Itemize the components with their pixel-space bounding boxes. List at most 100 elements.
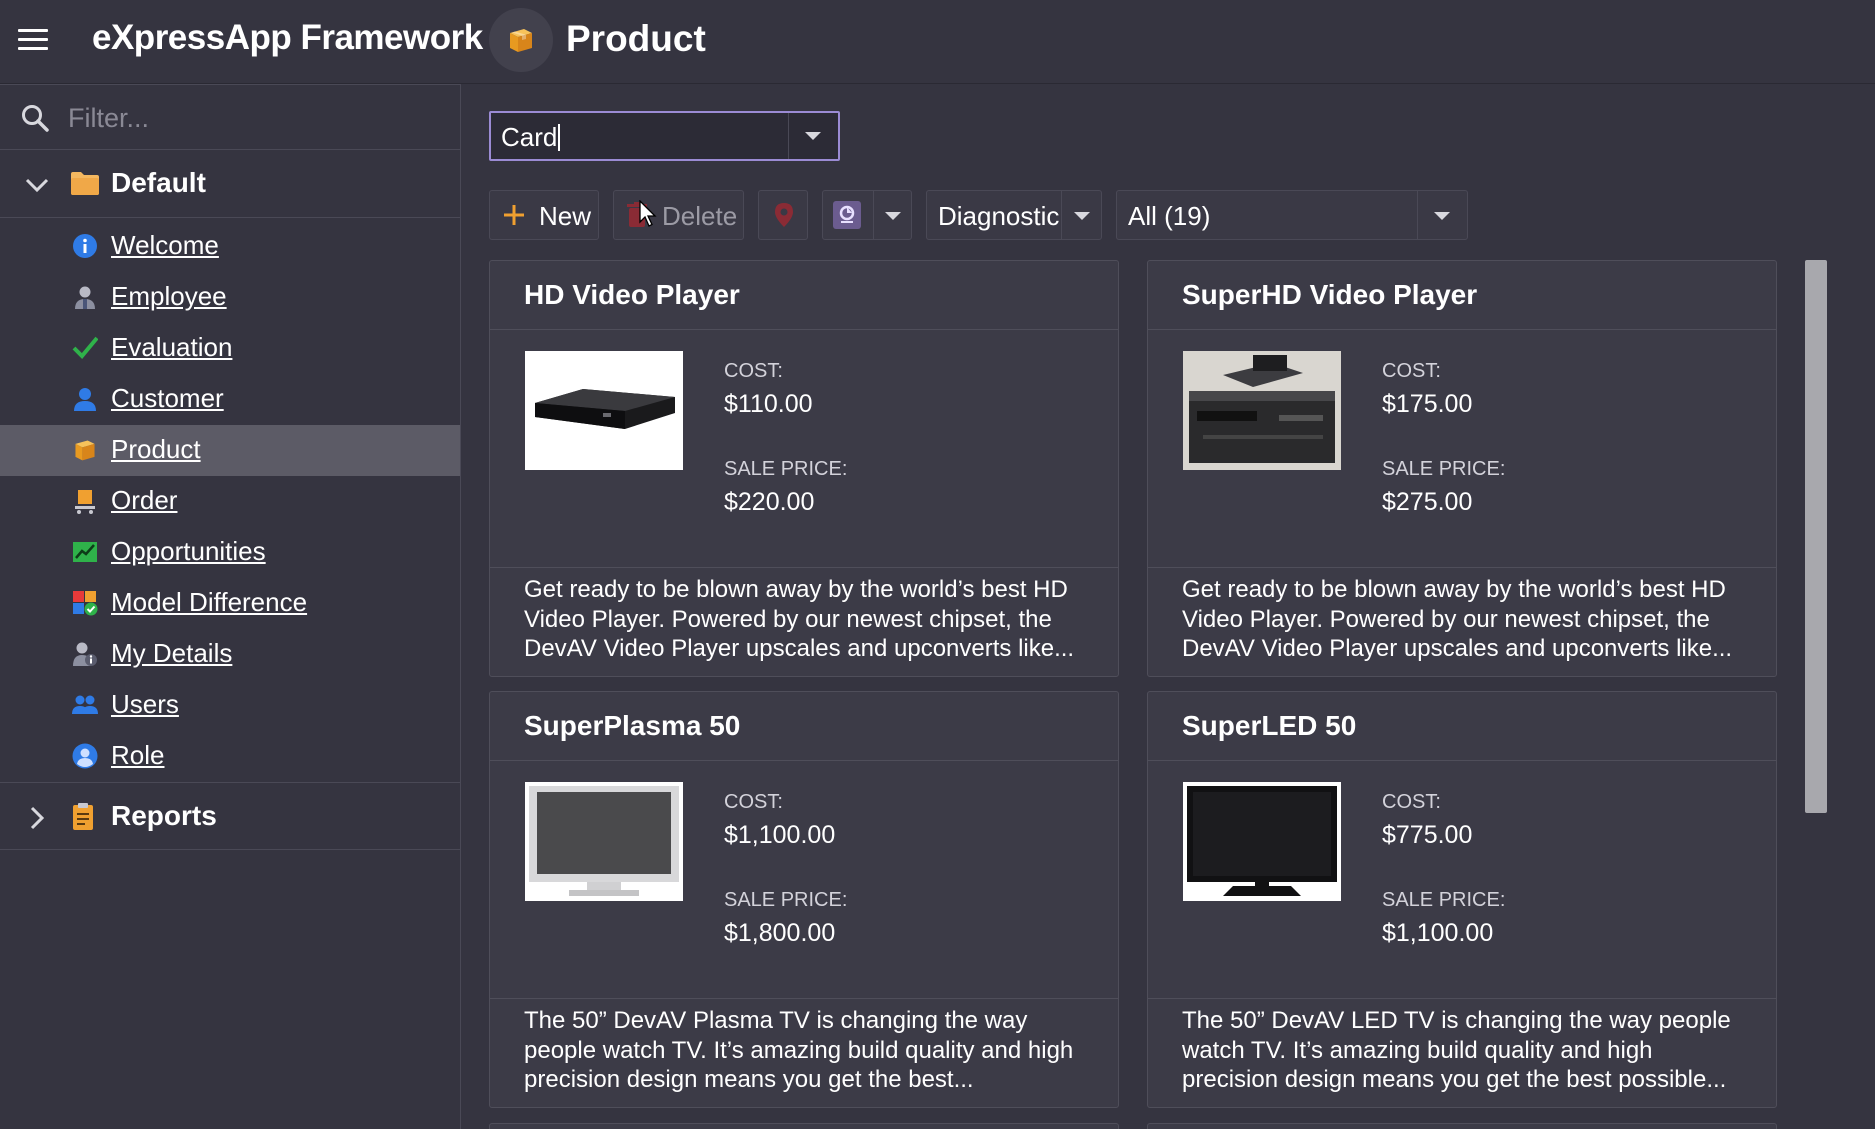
trend-chart-icon <box>72 539 98 565</box>
info-icon <box>72 233 98 259</box>
product-name: SuperHD Video Player <box>1182 279 1478 310</box>
chevron-down-icon[interactable] <box>885 212 901 220</box>
sale-price-label: SALE PRICE: <box>724 458 848 480</box>
report-action-icon <box>833 201 861 229</box>
product-description: The 50” DevAV Plasma TV is changing the … <box>524 1007 1074 1093</box>
sale-price-value: $275.00 <box>1382 488 1473 516</box>
navigation-sidebar: Default Welcome Employee Evaluation Cust… <box>0 84 461 1129</box>
role-icon <box>72 743 98 769</box>
sidebar-item-order[interactable]: Order <box>0 476 460 527</box>
nav-group-label: Default <box>111 167 206 198</box>
new-button-label: New <box>539 201 592 231</box>
product-card[interactable]: SuperPlasma 50 COST: $1,100.00 SALE PRIC… <box>489 691 1119 1108</box>
product-description: Get ready to be blown away by the world’… <box>1182 576 1733 662</box>
sidebar-item-label: Customer <box>111 383 224 413</box>
nav-group-default[interactable]: Default <box>0 150 460 218</box>
mouse-cursor-icon <box>639 199 657 233</box>
cost-label: COST: <box>1382 360 1441 382</box>
superplasma-tv-image <box>525 782 683 901</box>
product-card[interactable] <box>489 1123 1119 1129</box>
sidebar-item-product[interactable]: Product <box>0 425 460 476</box>
plus-icon <box>502 203 526 232</box>
chevron-down-icon <box>805 132 821 140</box>
product-card[interactable]: SuperHD Video Player COST: $175.00 SALE … <box>1147 260 1777 677</box>
sidebar-item-model-difference[interactable]: Model Difference <box>0 578 460 629</box>
sidebar-item-role[interactable]: Role <box>0 731 460 782</box>
app-header: eXpressApp Framework Product <box>0 0 1875 84</box>
product-card[interactable]: HD Video Player COST: $110.00 SALE PRICE… <box>489 260 1119 677</box>
sidebar-item-label: Welcome <box>111 230 219 260</box>
view-title: Product <box>566 18 706 59</box>
chevron-down-icon[interactable] <box>1434 212 1450 220</box>
sidebar-item-my-details[interactable]: My Details <box>0 629 460 680</box>
model-difference-icon <box>72 590 98 616</box>
sidebar-item-label: Opportunities <box>111 536 266 566</box>
sidebar-item-label: Role <box>111 740 165 770</box>
record-filter-dropdown[interactable]: All (19) <box>1116 190 1468 240</box>
users-icon <box>72 692 98 718</box>
product-description: The 50” DevAV LED TV is changing the way… <box>1182 1007 1731 1093</box>
view-variant-dropdown-button[interactable] <box>788 113 838 159</box>
cost-value: $110.00 <box>724 390 813 418</box>
sidebar-item-label: Order <box>111 485 178 515</box>
sidebar-item-customer[interactable]: Customer <box>0 374 460 425</box>
chevron-right-icon[interactable] <box>24 805 50 836</box>
sidebar-item-welcome[interactable]: Welcome <box>0 221 460 272</box>
sidebar-item-opportunities[interactable]: Opportunities <box>0 527 460 578</box>
cost-value: $1,100.00 <box>724 821 836 849</box>
map-pin-icon <box>773 202 795 233</box>
my-details-icon <box>72 641 98 667</box>
diagnostic-label: Diagnostic <box>938 201 1060 231</box>
delete-button[interactable]: Delete <box>613 190 744 240</box>
report-action-button[interactable] <box>822 190 912 240</box>
nav-group-reports[interactable]: Reports <box>0 782 460 850</box>
sale-price-label: SALE PRICE: <box>724 889 848 911</box>
hamburger-menu-icon[interactable] <box>16 26 52 56</box>
app-title: eXpressApp Framework <box>92 18 483 57</box>
cost-label: COST: <box>724 791 783 813</box>
cost-value: $775.00 <box>1382 821 1473 849</box>
hd-video-player-image <box>525 351 683 470</box>
nav-group-label: Reports <box>111 800 217 831</box>
sale-price-value: $1,100.00 <box>1382 919 1494 947</box>
diagnostic-dropdown[interactable]: Diagnostic <box>926 190 1102 240</box>
product-name: SuperPlasma 50 <box>524 710 741 741</box>
cost-label: COST: <box>1382 791 1441 813</box>
product-name: HD Video Player <box>524 279 740 310</box>
report-icon <box>70 803 96 836</box>
sale-price-value: $1,800.00 <box>724 919 836 947</box>
chevron-down-icon[interactable] <box>24 172 50 203</box>
search-icon <box>20 103 50 138</box>
checkmark-icon <box>72 335 99 361</box>
sidebar-item-label: Evaluation <box>111 332 233 362</box>
sidebar-item-evaluation[interactable]: Evaluation <box>0 323 460 374</box>
view-variant-value[interactable]: Card <box>501 122 560 153</box>
view-variant-selector[interactable]: Card <box>489 111 840 161</box>
sidebar-item-users[interactable]: Users <box>0 680 460 731</box>
cost-label: COST: <box>724 360 783 382</box>
new-button[interactable]: New <box>489 190 599 240</box>
record-filter-value: All (19) <box>1128 201 1211 231</box>
product-card[interactable]: SuperLED 50 COST: $775.00 SALE PRICE: $1… <box>1147 691 1777 1108</box>
sidebar-item-label: Product <box>111 434 201 464</box>
product-view-icon <box>489 8 553 72</box>
sale-price-value: $220.00 <box>724 488 815 516</box>
customer-icon <box>72 386 98 412</box>
product-description: Get ready to be blown away by the world’… <box>524 576 1075 662</box>
sale-price-label: SALE PRICE: <box>1382 889 1506 911</box>
sale-price-label: SALE PRICE: <box>1382 458 1506 480</box>
sidebar-item-label: Model Difference <box>111 587 308 617</box>
scrollbar-thumb[interactable] <box>1805 260 1827 813</box>
product-card[interactable] <box>1147 1123 1777 1129</box>
folder-icon <box>70 170 100 201</box>
product-box-icon <box>72 437 98 463</box>
superhd-video-player-image <box>1183 351 1341 470</box>
sidebar-item-label: Employee <box>111 281 227 311</box>
navigation-filter <box>0 84 460 150</box>
chevron-down-icon[interactable] <box>1074 212 1090 220</box>
map-pin-button[interactable] <box>758 190 808 240</box>
order-cart-icon <box>72 488 98 514</box>
employee-icon <box>72 284 98 310</box>
sidebar-item-employee[interactable]: Employee <box>0 272 460 323</box>
navigation-filter-input[interactable] <box>68 99 438 137</box>
